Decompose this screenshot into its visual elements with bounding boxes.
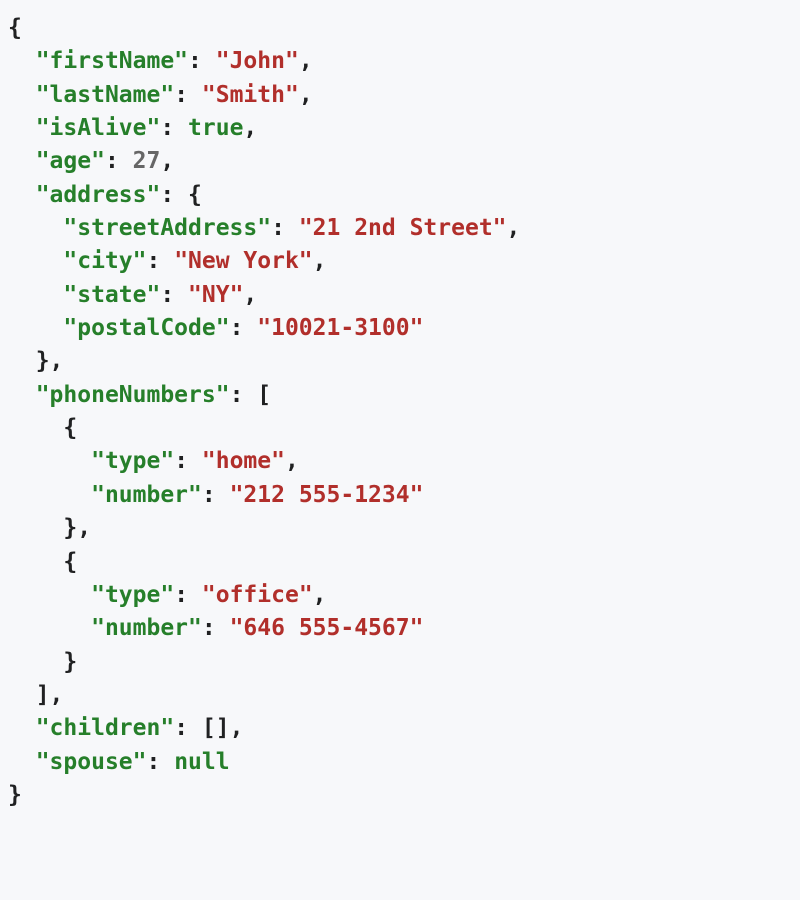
json-key: "streetAddress": [63, 215, 271, 241]
json-punct: {: [8, 415, 77, 441]
json-punct: [8, 582, 91, 608]
json-punct: ,: [285, 448, 299, 474]
json-punct: :: [188, 48, 216, 74]
json-key: "address": [36, 182, 161, 208]
json-key: "state": [63, 282, 160, 308]
json-punct: : [],: [174, 715, 243, 741]
json-punct: :: [230, 315, 258, 341]
json-punct: [8, 48, 36, 74]
json-key: "lastName": [36, 82, 174, 108]
json-punct: [8, 715, 36, 741]
json-punct: ,: [313, 582, 327, 608]
json-punct: :: [202, 615, 230, 641]
json-punct: :: [174, 82, 202, 108]
json-punct: :: [146, 248, 174, 274]
json-punct: [8, 749, 36, 775]
json-punct: :: [160, 282, 188, 308]
json-key: "children": [36, 715, 174, 741]
json-punct: [8, 115, 36, 141]
json-keyword: true: [188, 115, 243, 141]
json-punct: :: [174, 582, 202, 608]
json-punct: ,: [243, 282, 257, 308]
json-code-block: { "firstName": "John", "lastName": "Smit…: [8, 12, 792, 812]
json-punct: [8, 282, 63, 308]
json-punct: ,: [299, 82, 313, 108]
json-punct: [8, 215, 63, 241]
json-punct: :: [202, 482, 230, 508]
json-key: "number": [91, 482, 202, 508]
json-punct: }: [8, 782, 22, 808]
json-punct: [8, 248, 63, 274]
json-key: "number": [91, 615, 202, 641]
json-punct: [8, 82, 36, 108]
json-string: "office": [202, 582, 313, 608]
json-punct: :: [160, 115, 188, 141]
json-string: "John": [216, 48, 299, 74]
json-punct: :: [174, 448, 202, 474]
json-punct: [8, 148, 36, 174]
json-punct: :: [146, 749, 174, 775]
json-key: "isAlive": [36, 115, 161, 141]
json-punct: {: [8, 549, 77, 575]
json-punct: ,: [243, 115, 257, 141]
json-punct: [8, 448, 91, 474]
json-string: "212 555-1234": [230, 482, 424, 508]
json-punct: :: [105, 148, 133, 174]
json-punct: [8, 182, 36, 208]
json-punct: },: [8, 348, 63, 374]
json-key: "type": [91, 448, 174, 474]
json-keyword: null: [174, 749, 229, 775]
json-punct: {: [8, 15, 22, 41]
json-key: "phoneNumbers": [36, 382, 230, 408]
json-punct: [8, 482, 91, 508]
json-punct: [8, 615, 91, 641]
json-punct: :: [271, 215, 299, 241]
json-key: "spouse": [36, 749, 147, 775]
json-punct: ],: [8, 682, 63, 708]
json-punct: ,: [160, 148, 174, 174]
json-punct: ,: [507, 215, 521, 241]
json-string: "21 2nd Street": [299, 215, 507, 241]
json-number: 27: [133, 148, 161, 174]
json-string: "Smith": [202, 82, 299, 108]
json-key: "postalCode": [63, 315, 229, 341]
json-punct: : [: [230, 382, 272, 408]
json-key: "firstName": [36, 48, 188, 74]
json-punct: : {: [160, 182, 202, 208]
json-string: "home": [202, 448, 285, 474]
json-key: "type": [91, 582, 174, 608]
json-key: "age": [36, 148, 105, 174]
json-string: "NY": [188, 282, 243, 308]
json-punct: ,: [299, 48, 313, 74]
json-punct: ,: [313, 248, 327, 274]
json-string: "New York": [174, 248, 312, 274]
json-punct: },: [8, 515, 91, 541]
json-string: "10021-3100": [257, 315, 423, 341]
json-punct: }: [8, 649, 77, 675]
json-punct: [8, 382, 36, 408]
json-string: "646 555-4567": [230, 615, 424, 641]
json-punct: [8, 315, 63, 341]
json-key: "city": [63, 248, 146, 274]
